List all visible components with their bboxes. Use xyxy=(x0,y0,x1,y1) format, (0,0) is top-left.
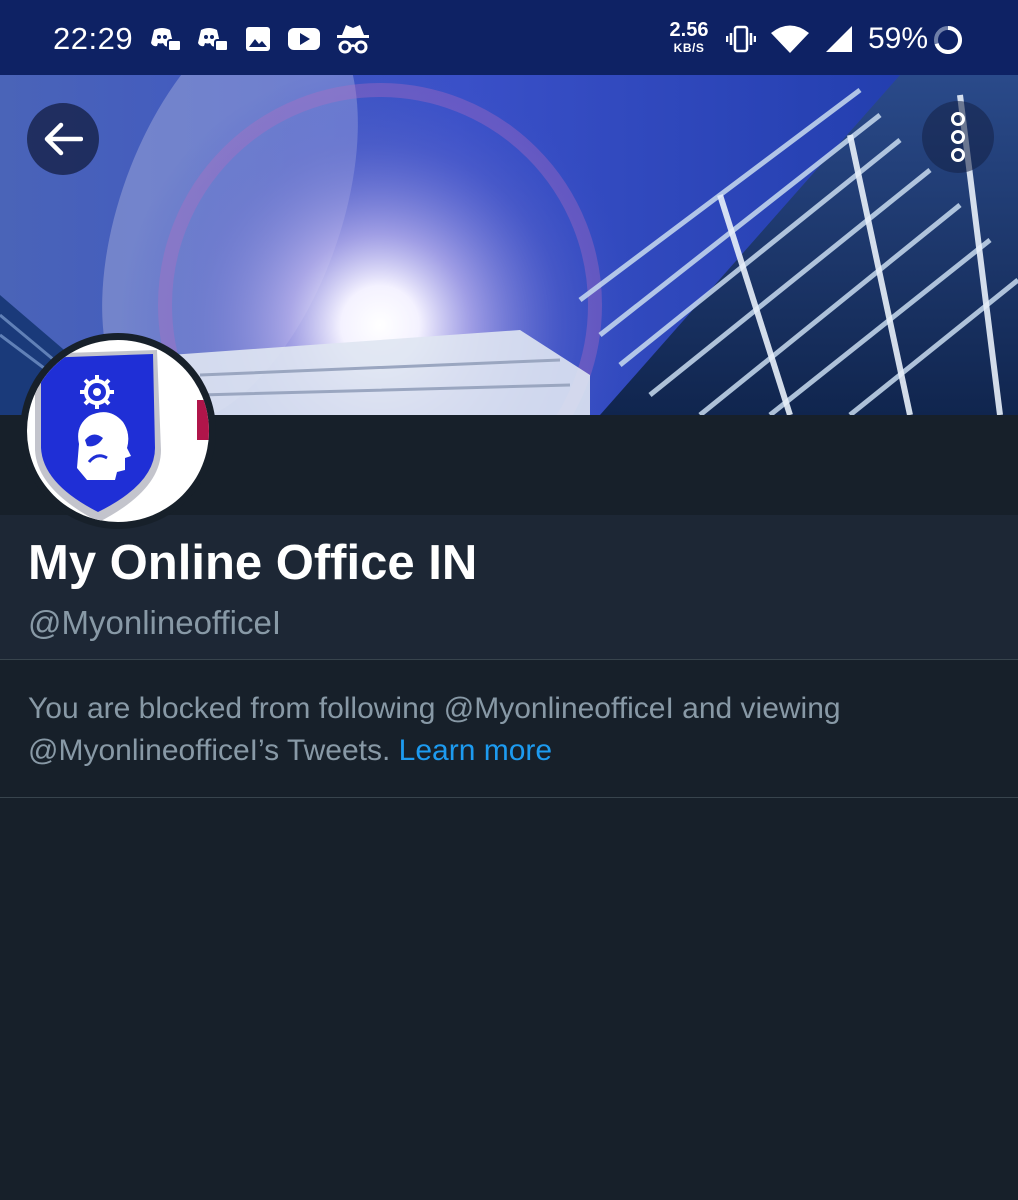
network-speed-value: 2.56 xyxy=(669,19,709,41)
discord-icon xyxy=(198,28,229,52)
wifi-icon xyxy=(771,25,809,53)
profile-handle: @MyonlineofficeI xyxy=(28,604,282,641)
discord-icon xyxy=(151,28,182,52)
youtube-icon xyxy=(288,28,320,50)
battery-percent: 59% xyxy=(868,22,929,55)
network-speed-unit: KB/S xyxy=(673,41,705,55)
status-bar: 22:29 2.56 KB/S 59% xyxy=(0,0,1018,75)
battery-ring-icon xyxy=(934,26,962,54)
arrow-left-icon xyxy=(44,122,83,156)
image-icon xyxy=(246,27,270,51)
blocked-message-container: You are blocked from following @Myonline… xyxy=(28,688,988,772)
learn-more-link[interactable]: Learn more xyxy=(399,734,552,767)
system-icons xyxy=(726,22,868,56)
profile-info: My Online Office IN @MyonlineofficeI xyxy=(0,515,1018,660)
more-options-button[interactable] xyxy=(922,101,994,173)
incognito-icon xyxy=(337,25,369,54)
more-vertical-icon xyxy=(951,112,965,162)
back-button[interactable] xyxy=(27,103,99,175)
blocked-notice: You are blocked from following @Myonline… xyxy=(0,661,1018,798)
vibrate-icon xyxy=(726,25,756,53)
avatar[interactable] xyxy=(20,333,216,529)
network-speed: 2.56 KB/S xyxy=(664,20,714,54)
shield-head-gear-logo xyxy=(35,350,209,522)
profile-display-name: My Online Office IN xyxy=(28,536,478,590)
notification-icons xyxy=(150,21,385,57)
avatar-image xyxy=(27,340,209,522)
cellular-signal-icon xyxy=(826,26,852,52)
status-time: 22:29 xyxy=(53,21,134,56)
